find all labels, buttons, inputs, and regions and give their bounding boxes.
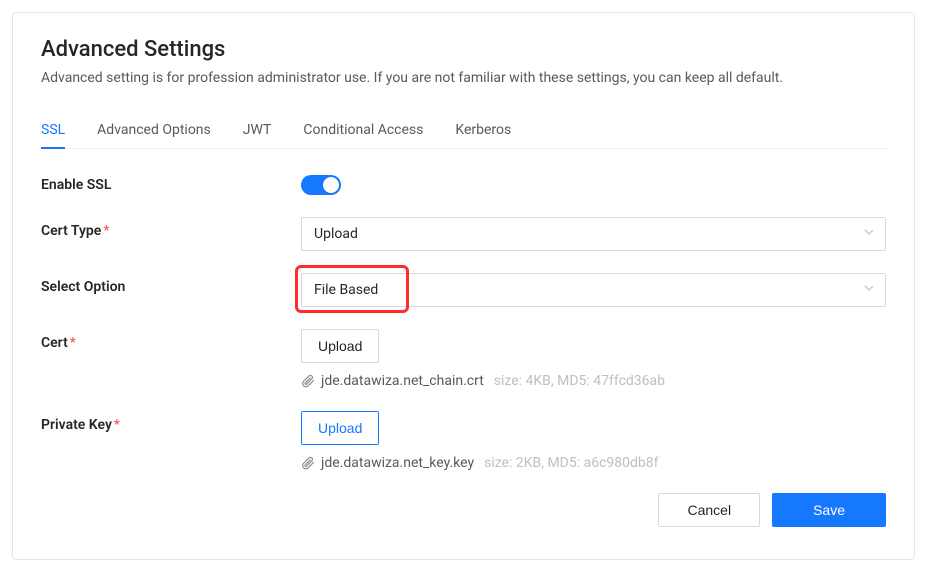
tab-advanced-options[interactable]: Advanced Options [97, 114, 211, 148]
select-cert-type-value: Upload [314, 226, 358, 242]
select-option-value: File Based [314, 282, 378, 298]
required-mark: * [114, 417, 120, 433]
advanced-settings-panel: Advanced Settings Advanced setting is fo… [12, 12, 915, 560]
tabs-bar: SSL Advanced Options JWT Conditional Acc… [41, 114, 886, 149]
label-cert: Cert* [41, 329, 301, 351]
tab-jwt[interactable]: JWT [243, 114, 272, 148]
cancel-button[interactable]: Cancel [658, 493, 760, 527]
chevron-down-icon [863, 282, 875, 298]
pk-file-meta: size: 2KB, MD5: a6c980db8f [484, 455, 658, 471]
save-button[interactable]: Save [772, 493, 886, 527]
page-title: Advanced Settings [41, 37, 886, 62]
chevron-down-icon [863, 226, 875, 242]
required-mark: * [103, 223, 109, 239]
paperclip-icon [301, 374, 315, 388]
upload-private-key-button[interactable]: Upload [301, 411, 379, 445]
pk-file-name: jde.datawiza.net_key.key [321, 455, 474, 471]
footer-actions: Cancel Save [41, 493, 886, 527]
row-cert: Cert* Upload jde.datawiza.net_chain.crt … [41, 329, 886, 389]
pk-file-info: jde.datawiza.net_key.key size: 2KB, MD5:… [301, 455, 886, 471]
row-select-option: Select Option File Based [41, 273, 886, 307]
label-cert-type: Cert Type* [41, 217, 301, 239]
row-cert-type: Cert Type* Upload [41, 217, 886, 251]
select-option[interactable]: File Based [301, 273, 886, 307]
label-enable-ssl: Enable SSL [41, 171, 301, 193]
row-private-key: Private Key* Upload jde.datawiza.net_key… [41, 411, 886, 471]
paperclip-icon [301, 456, 315, 470]
row-enable-ssl: Enable SSL [41, 171, 886, 195]
cert-file-meta: size: 4KB, MD5: 47ffcd36ab [494, 373, 665, 389]
label-private-key: Private Key* [41, 411, 301, 433]
cert-file-name: jde.datawiza.net_chain.crt [321, 373, 484, 389]
page-subtitle: Advanced setting is for profession admin… [41, 70, 886, 86]
label-select-option: Select Option [41, 273, 301, 295]
toggle-enable-ssl[interactable] [301, 175, 341, 195]
tab-conditional-access[interactable]: Conditional Access [303, 114, 423, 148]
tab-kerberos[interactable]: Kerberos [455, 114, 511, 148]
select-cert-type[interactable]: Upload [301, 217, 886, 251]
cert-file-info: jde.datawiza.net_chain.crt size: 4KB, MD… [301, 373, 886, 389]
tab-ssl[interactable]: SSL [41, 114, 65, 148]
required-mark: * [70, 335, 76, 351]
upload-cert-button[interactable]: Upload [301, 329, 379, 363]
